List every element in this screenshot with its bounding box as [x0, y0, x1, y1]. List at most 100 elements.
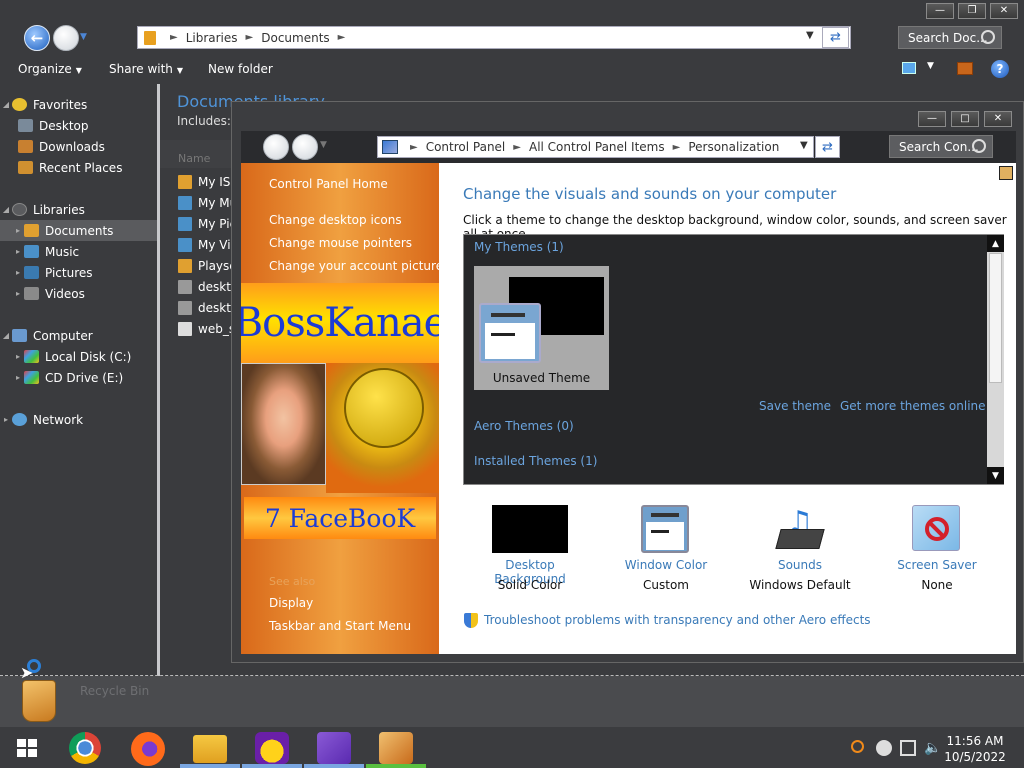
cp-refresh-button[interactable]: ⇄	[815, 136, 840, 158]
cp-address-bar[interactable]: ► Control Panel ► All Control Panel Item…	[377, 136, 814, 158]
breadcrumb-documents[interactable]: Documents	[261, 31, 329, 45]
get-more-themes-link[interactable]: Get more themes online	[840, 399, 986, 413]
nav-documents[interactable]: ▸ Documents	[0, 220, 157, 241]
breadcrumb-separator[interactable]: ►	[402, 142, 426, 153]
search-icon[interactable]	[981, 30, 995, 44]
forward-button[interactable]	[53, 25, 79, 51]
file-row[interactable]: deskto	[178, 297, 238, 318]
my-themes-heading[interactable]: My Themes (1)	[474, 240, 564, 254]
minimize-button[interactable]: —	[926, 3, 954, 19]
view-options-dropdown-icon[interactable]: ▼	[927, 61, 934, 71]
firefox-icon[interactable]	[131, 732, 165, 766]
breadcrumb-separator[interactable]: ►	[330, 32, 354, 43]
search-icon[interactable]	[972, 139, 986, 153]
cp-search-input[interactable]: Search Con...	[889, 135, 993, 158]
column-header-name[interactable]: Name	[160, 140, 235, 168]
file-explorer-icon[interactable]	[193, 735, 227, 763]
cp-address-dropdown-icon[interactable]: ▼	[800, 140, 808, 151]
nav-music[interactable]: ▸ Music	[0, 241, 157, 262]
installed-themes-heading[interactable]: Installed Themes (1)	[474, 454, 597, 468]
display-link[interactable]: Display	[269, 596, 313, 610]
new-folder-button[interactable]: New folder	[208, 62, 273, 76]
file-row[interactable]: My Pic	[178, 213, 236, 234]
visual-studio-icon[interactable]	[317, 732, 351, 764]
breadcrumb-separator[interactable]: ►	[162, 32, 186, 43]
change-account-picture-link[interactable]: Change your account picture	[269, 259, 443, 273]
file-row[interactable]: My Mu	[178, 192, 237, 213]
sounds-link[interactable]: Sounds	[740, 558, 860, 572]
file-row[interactable]: Playse	[178, 255, 237, 276]
refresh-button[interactable]: ⇄	[822, 27, 849, 48]
recent-pages-dropdown-icon[interactable]: ▼	[80, 32, 90, 42]
cp-home-link[interactable]: Control Panel Home	[269, 177, 388, 191]
search-input[interactable]: Search Doc...	[898, 26, 1002, 49]
nav-pictures[interactable]: ▸ Pictures	[0, 262, 157, 283]
network-tray-icon[interactable]	[900, 740, 916, 756]
cp-maximize-button[interactable]: □	[951, 111, 979, 127]
screen-saver-link[interactable]: Screen Saver	[877, 558, 997, 572]
breadcrumb-control-panel[interactable]: Control Panel	[426, 140, 506, 154]
recycle-bin-icon[interactable]	[22, 680, 56, 722]
explorer-titlebar[interactable]	[0, 0, 1024, 22]
breadcrumb-separator[interactable]: ►	[238, 32, 262, 43]
breadcrumb-separator[interactable]: ►	[505, 142, 529, 153]
start-icon[interactable]	[10, 732, 44, 764]
yahoo-messenger-icon[interactable]	[255, 732, 289, 764]
minus-tray-icon[interactable]	[876, 740, 892, 756]
expand-arrow-icon: ▸	[15, 247, 20, 256]
taskbar-start-menu-link[interactable]: Taskbar and Start Menu	[269, 619, 411, 633]
change-desktop-icons-link[interactable]: Change desktop icons	[269, 213, 402, 227]
cp-back-button[interactable]	[263, 134, 289, 160]
change-view-icon[interactable]	[902, 62, 916, 74]
help-icon[interactable]: ?	[991, 60, 1009, 78]
breadcrumb-personalization[interactable]: Personalization	[688, 140, 779, 154]
breadcrumb-all-items[interactable]: All Control Panel Items	[529, 140, 665, 154]
aero-themes-heading[interactable]: Aero Themes (0)	[474, 419, 574, 433]
nav-cd-drive[interactable]: ▸ CD Drive (E:)	[0, 367, 157, 388]
preview-pane-icon[interactable]	[957, 62, 973, 75]
chrome-icon[interactable]	[69, 732, 101, 764]
sounds-icon[interactable]: ♫	[775, 505, 825, 551]
scroll-up-icon[interactable]: ▲	[987, 235, 1004, 252]
troubleshoot-link[interactable]: Troubleshoot problems with transparency …	[484, 613, 871, 627]
search-tray-icon[interactable]	[851, 740, 864, 753]
file-row[interactable]: My Vic	[178, 234, 237, 255]
nav-recent-places[interactable]: Recent Places	[0, 157, 157, 178]
address-bar[interactable]: ► Libraries ► Documents ►	[137, 26, 851, 49]
screen-saver-icon[interactable]	[912, 505, 960, 551]
media-player-icon[interactable]	[379, 732, 413, 764]
breadcrumb-separator[interactable]: ►	[665, 142, 689, 153]
cp-minimize-button[interactable]: —	[918, 111, 946, 127]
file-row[interactable]: My ISC	[178, 171, 239, 192]
desktop-background-icon[interactable]	[492, 505, 568, 553]
nav-local-disk[interactable]: ▸ Local Disk (C:)	[0, 346, 157, 367]
address-dropdown-icon[interactable]: ▼	[806, 30, 814, 41]
change-mouse-pointers-link[interactable]: Change mouse pointers	[269, 236, 412, 250]
window-color-link[interactable]: Window Color	[606, 558, 726, 572]
nav-favorites[interactable]: ◢ Favorites	[0, 94, 157, 115]
save-theme-link[interactable]: Save theme	[759, 399, 831, 413]
scroll-down-icon[interactable]: ▼	[987, 467, 1004, 484]
nav-network[interactable]: ▸ Network	[0, 409, 157, 430]
cp-recent-pages-dropdown-icon[interactable]: ▼	[320, 140, 327, 150]
cp-close-button[interactable]: ✕	[984, 111, 1012, 127]
file-row[interactable]: deskto	[178, 276, 238, 297]
nav-downloads[interactable]: Downloads	[0, 136, 157, 157]
nav-desktop[interactable]: Desktop	[0, 115, 157, 136]
share-with-button[interactable]: Share with ▼	[109, 62, 183, 76]
breadcrumb-libraries[interactable]: Libraries	[186, 31, 238, 45]
nav-libraries[interactable]: ◢ Libraries	[0, 199, 157, 220]
nav-videos[interactable]: ▸ Videos	[0, 283, 157, 304]
library-includes[interactable]: Includes:	[177, 114, 231, 128]
recycle-bin-label[interactable]: Recycle Bin	[80, 684, 149, 698]
scrollbar-thumb[interactable]	[989, 253, 1002, 383]
cp-forward-button[interactable]	[292, 134, 318, 160]
nav-computer[interactable]: ◢ Computer	[0, 325, 157, 346]
window-color-icon[interactable]	[641, 505, 689, 553]
organize-button[interactable]: Organize ▼	[18, 62, 82, 76]
see-also-heading: See also	[269, 575, 316, 588]
back-button[interactable]: ←	[24, 25, 50, 51]
restore-button[interactable]: ❐	[958, 3, 986, 19]
close-button[interactable]: ✕	[990, 3, 1018, 19]
clock[interactable]: 11:56 AM 10/5/2022	[930, 733, 1020, 765]
